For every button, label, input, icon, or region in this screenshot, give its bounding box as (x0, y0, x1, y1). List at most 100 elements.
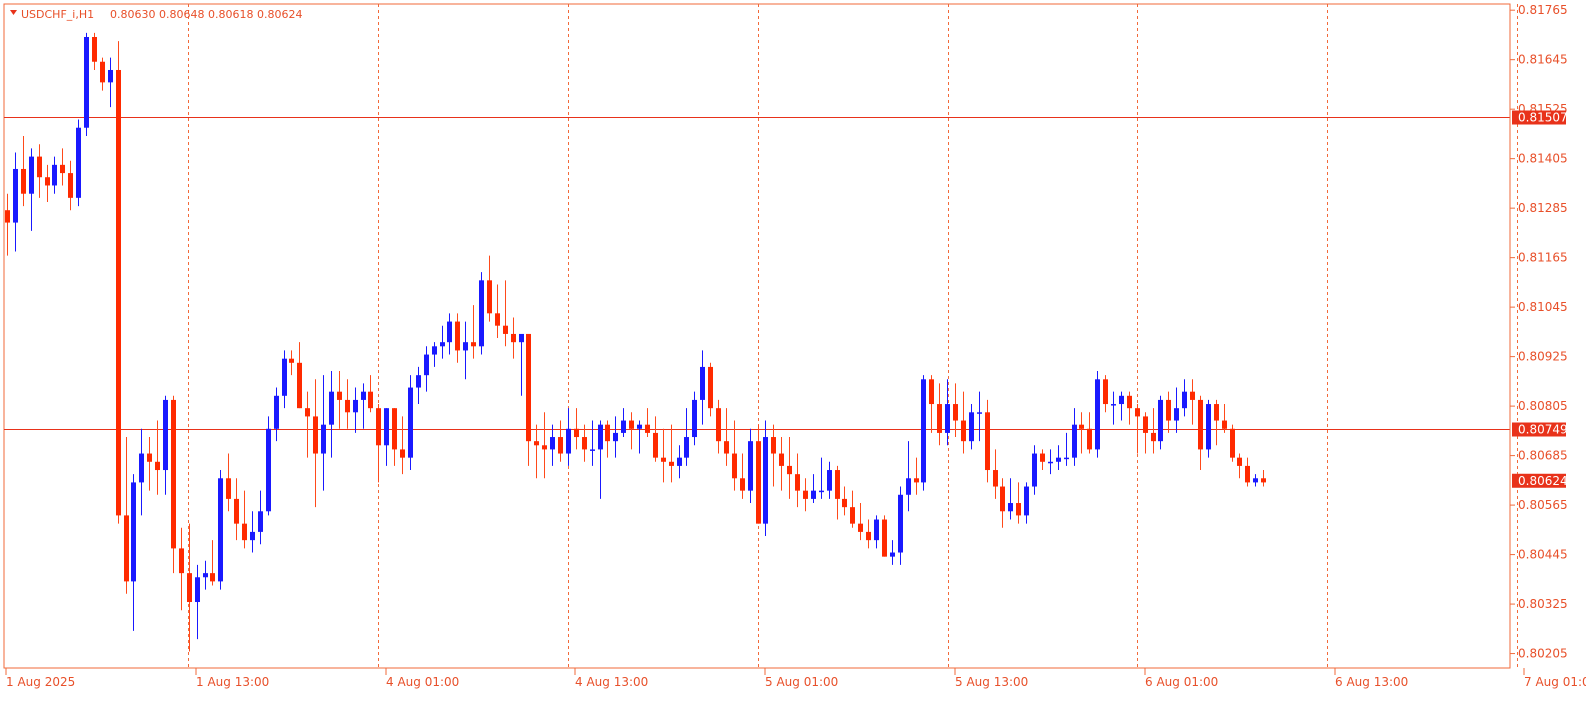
candle-body (116, 69, 121, 516)
candle (1230, 424, 1235, 462)
candle-body (779, 453, 784, 466)
x-tick-label: 5 Aug 01:00 (765, 675, 838, 689)
candle-body (45, 177, 50, 186)
candle-body (574, 428, 579, 438)
candle-body (550, 437, 555, 450)
candle-body (52, 164, 57, 186)
y-tick-label: 0.80685 (1518, 449, 1568, 463)
candle-body (1214, 404, 1219, 421)
price-axis: 0.817650.816450.815250.814050.812850.811… (1510, 3, 1568, 661)
candle-body (787, 465, 792, 475)
candle (76, 119, 81, 207)
candle-body (827, 470, 832, 491)
candle-body (866, 531, 871, 541)
candle-body (147, 453, 152, 462)
y-tick-label: 0.81765 (1518, 3, 1568, 17)
y-tick-label: 0.80325 (1518, 597, 1568, 611)
candle-body (526, 333, 531, 442)
candle-body (432, 346, 437, 355)
candle-body (266, 428, 271, 512)
last-price-label: 0.80624 (1518, 474, 1568, 488)
candle-body (368, 391, 373, 409)
candle-body (1024, 486, 1029, 516)
candle-body (511, 333, 516, 343)
candle-body (906, 478, 911, 495)
candle-body (621, 420, 626, 433)
candle-body (21, 168, 26, 194)
candle-body (771, 437, 776, 454)
candle-body (993, 470, 998, 487)
y-tick-label: 0.80445 (1518, 548, 1568, 562)
candle-body (1056, 457, 1061, 462)
y-tick-label: 0.81645 (1518, 53, 1568, 67)
candle-body (487, 280, 492, 314)
candle-body (921, 379, 926, 483)
x-tick-label: 5 Aug 13:00 (955, 675, 1028, 689)
candle-body (1048, 461, 1053, 464)
candle-body (108, 69, 113, 83)
candle-body (732, 453, 737, 479)
candle-body (250, 531, 255, 541)
candle-body (842, 498, 847, 508)
candle-body (1237, 457, 1242, 466)
candle-body (1182, 391, 1187, 409)
candle-body (961, 420, 966, 442)
candle-body (519, 333, 524, 343)
candle-body (692, 399, 697, 438)
candle-body (969, 412, 974, 442)
candle-body (203, 573, 208, 578)
candle-body (495, 313, 500, 326)
candle-body (748, 441, 753, 491)
candle-body (139, 453, 144, 483)
candle (921, 375, 926, 491)
y-tick-label: 0.80565 (1518, 498, 1568, 512)
candle-body (953, 404, 958, 421)
candle (985, 399, 990, 483)
candle-body (124, 515, 129, 582)
x-tick-label: 7 Aug 01:00 (1524, 675, 1586, 689)
candle-body (13, 168, 18, 223)
candle-body (882, 519, 887, 557)
candle-body (471, 342, 476, 347)
y-tick-label: 0.81285 (1518, 201, 1568, 215)
level-tag-label: 0.81507 (1518, 111, 1568, 125)
candle-body (1206, 404, 1211, 450)
candle-body (1064, 457, 1069, 460)
price-chart[interactable]: 0.817650.816450.815250.814050.812850.811… (0, 0, 1586, 703)
candle-body (1095, 379, 1100, 450)
candle (1206, 399, 1211, 458)
candle-body (858, 523, 863, 532)
candle-body (937, 404, 942, 433)
candle (882, 515, 887, 557)
candle-body (1174, 408, 1179, 421)
price-tags: 0.81507 0.80749 0.80624 (1512, 110, 1568, 488)
candle-body (210, 573, 215, 582)
candle-body (345, 399, 350, 413)
candle-body (945, 404, 950, 433)
candle-body (1127, 395, 1132, 409)
candle-body (1040, 453, 1045, 462)
candle-body (1190, 391, 1195, 400)
candle-body (835, 470, 840, 499)
candle-body (274, 395, 279, 429)
candle-body (479, 280, 484, 347)
candle-body (1032, 453, 1037, 487)
candle-body (1135, 408, 1140, 417)
plot-area[interactable] (3, 3, 1511, 669)
candle-body (929, 379, 934, 405)
candle-body (37, 156, 42, 178)
candle-body (890, 552, 895, 557)
candle-body (447, 321, 452, 343)
candle-body (376, 408, 381, 446)
candle-body (1119, 395, 1124, 405)
candle-body (440, 342, 445, 347)
candle-body (684, 437, 689, 458)
candle-body (242, 523, 247, 541)
candle-body (226, 478, 231, 499)
candle-body (353, 399, 358, 413)
candle-body (100, 61, 105, 83)
candle-body (898, 494, 903, 553)
candle-body (629, 420, 634, 429)
candle-body (1166, 399, 1171, 421)
candle-body (218, 478, 223, 582)
